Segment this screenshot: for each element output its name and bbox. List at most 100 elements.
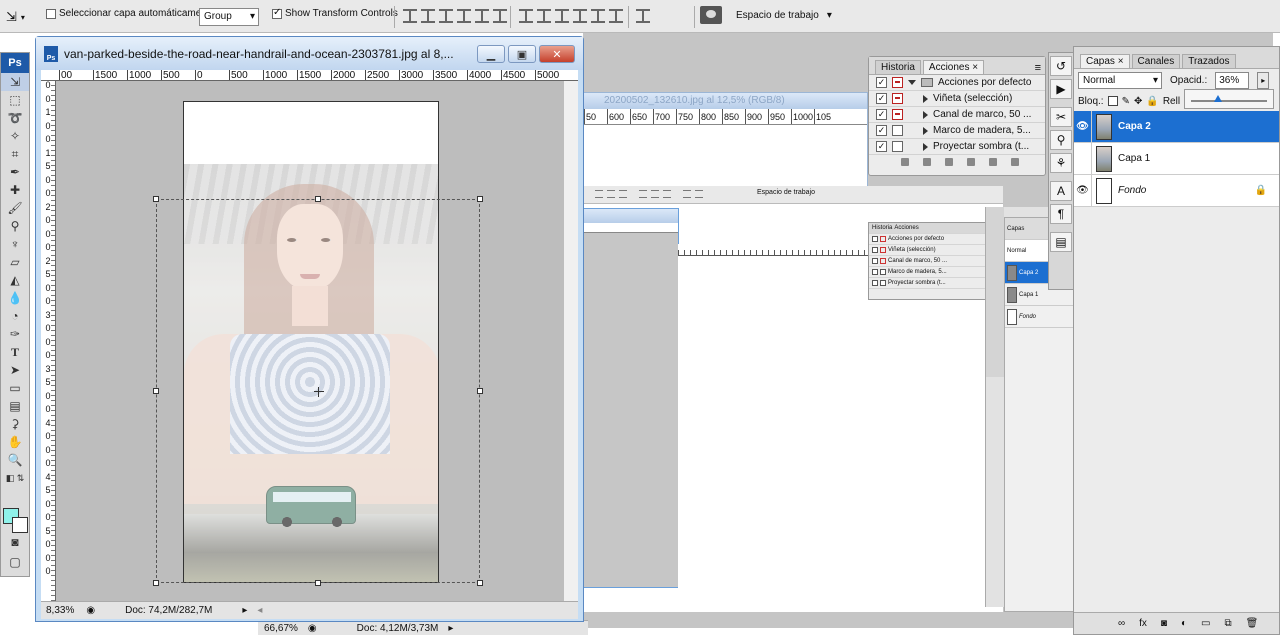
layer-row-capa-2[interactable]: 👁 Capa 2 xyxy=(1074,110,1279,143)
visibility-eye-icon[interactable]: 👁 xyxy=(1074,174,1092,207)
document-window[interactable]: Ps van-parked-beside-the-road-near-handr… xyxy=(35,36,584,622)
nested-zoom-level[interactable]: 66,67% xyxy=(264,623,298,634)
transform-handle[interactable] xyxy=(477,196,483,202)
auto-select-checkbox[interactable] xyxy=(46,8,56,19)
action-row[interactable]: ✓ Viñeta (selección) xyxy=(869,91,1045,107)
horizontal-scroll-left-icon[interactable]: ◂ xyxy=(257,605,262,616)
type-tool-icon[interactable]: T xyxy=(1,343,29,361)
distribute-vcenter-icon[interactable] xyxy=(537,9,551,23)
align-hcenter-icon[interactable] xyxy=(475,9,489,23)
play-icon[interactable] xyxy=(945,158,953,166)
layer-row-capa-1[interactable]: Capa 1 xyxy=(1074,142,1279,175)
align-left-icon[interactable] xyxy=(457,9,471,23)
distribute-hcenter-icon[interactable] xyxy=(591,9,605,23)
trash-icon[interactable]: 🗑 xyxy=(1246,618,1259,629)
align-right-icon[interactable] xyxy=(493,9,507,23)
transform-handle[interactable] xyxy=(153,580,159,586)
blur-tool-icon[interactable]: 💧 xyxy=(1,289,29,307)
tab-canales[interactable]: Canales xyxy=(1131,54,1181,68)
stop-icon[interactable] xyxy=(901,158,909,166)
brush-tool-icon[interactable]: 🖌 xyxy=(1,199,29,217)
auto-select-target-dropdown[interactable]: Group ▾ xyxy=(199,8,259,26)
transform-bounding-box[interactable] xyxy=(153,196,483,586)
tool-presets-icon[interactable]: ✂ xyxy=(1050,107,1072,127)
expand-icon[interactable] xyxy=(923,94,928,103)
background-document-window[interactable]: 20200502_132610.jpg al 12,5% (RGB/8) 50 6… xyxy=(583,92,868,189)
close-icon[interactable]: × xyxy=(1118,56,1124,67)
visibility-eye-icon[interactable]: 👁 xyxy=(1074,110,1092,143)
move-tool-preset-picker[interactable]: ⇲ ▾ xyxy=(6,9,25,25)
canvas-area[interactable] xyxy=(56,81,576,601)
marquee-tool-icon[interactable]: ⬚ xyxy=(1,91,29,109)
screen-mode-icon[interactable]: ▢ xyxy=(1,553,29,571)
show-transform-checkbox[interactable] xyxy=(272,7,282,19)
lock-all-icon[interactable]: 🔒 xyxy=(1146,96,1158,107)
close-icon[interactable]: × xyxy=(972,62,978,73)
pen-tool-icon[interactable]: ✑ xyxy=(1,325,29,343)
distribute-left-icon[interactable] xyxy=(573,9,587,23)
new-set-icon[interactable] xyxy=(967,158,975,166)
check-icon[interactable]: ✓ xyxy=(876,93,887,104)
transform-handle[interactable] xyxy=(477,580,483,586)
panel-menu-icon[interactable]: ≡ xyxy=(1035,62,1041,74)
path-selection-tool-icon[interactable]: ➤ xyxy=(1,361,29,379)
expand-icon[interactable] xyxy=(923,110,928,119)
lock-transparency-icon[interactable] xyxy=(1107,96,1118,106)
dialog-toggle-icon[interactable] xyxy=(892,77,903,88)
actions-panel-icon[interactable]: ▶ xyxy=(1050,79,1072,99)
new-action-icon[interactable] xyxy=(989,158,997,166)
action-row[interactable]: ✓ Proyectar sombra (t... xyxy=(869,139,1045,155)
healing-brush-tool-icon[interactable]: ✚ xyxy=(1,181,29,199)
show-transform-option[interactable]: Show Transform Controls xyxy=(272,7,398,19)
add-mask-icon[interactable]: ◙ xyxy=(1161,618,1167,629)
status-menu-icon[interactable]: ◉ xyxy=(86,605,95,616)
transform-handle[interactable] xyxy=(315,580,321,586)
action-row[interactable]: ✓ Marco de madera, 5... xyxy=(869,123,1045,139)
clone-stamp-tool-icon[interactable]: ⚲ xyxy=(1,217,29,235)
dialog-toggle-icon[interactable] xyxy=(892,141,903,152)
visibility-eye-icon[interactable] xyxy=(1074,142,1092,175)
transform-handle[interactable] xyxy=(153,196,159,202)
layer-style-icon[interactable]: fx xyxy=(1139,618,1147,629)
adjustment-layer-icon[interactable]: ◐ xyxy=(1181,618,1187,629)
transform-handle[interactable] xyxy=(153,388,159,394)
opacity-field[interactable]: 36% xyxy=(1215,71,1250,89)
align-vcenter-icon[interactable] xyxy=(421,9,435,23)
layer-row-fondo[interactable]: 👁 Fondo 🔒 xyxy=(1074,174,1279,207)
expand-icon[interactable] xyxy=(923,142,928,151)
distribute-top-icon[interactable] xyxy=(519,9,533,23)
zoom-level[interactable]: 8,33% xyxy=(46,605,74,616)
rectangle-tool-icon[interactable]: ▭ xyxy=(1,379,29,397)
hand-tool-icon[interactable]: ✋ xyxy=(1,433,29,451)
new-layer-icon[interactable]: ⧉ xyxy=(1224,618,1231,629)
opacity-slider-toggle[interactable]: ▸ xyxy=(1257,71,1270,89)
link-layers-icon[interactable]: ∞ xyxy=(1118,618,1125,629)
tab-historia[interactable]: Historia xyxy=(875,60,921,74)
distribute-right-icon[interactable] xyxy=(609,9,623,23)
opacity-slider-popup[interactable] xyxy=(1184,89,1274,109)
paint-bucket-tool-icon[interactable]: ◭ xyxy=(1,271,29,289)
eyedropper-tool-icon[interactable]: ✒ xyxy=(1,163,29,181)
lasso-tool-icon[interactable]: ➰ xyxy=(1,109,29,127)
distribute-bottom-icon[interactable] xyxy=(555,9,569,23)
status-arrow-icon[interactable]: ▸ xyxy=(242,605,247,616)
quick-mask-icon[interactable]: ◙ xyxy=(1,533,29,551)
transform-handle[interactable] xyxy=(477,388,483,394)
tab-acciones[interactable]: Acciones × xyxy=(922,60,985,74)
auto-align-icon[interactable] xyxy=(636,9,650,23)
magic-wand-tool-icon[interactable]: ✧ xyxy=(1,127,29,145)
move-tool-icon[interactable]: ⇲ xyxy=(1,73,29,91)
maximize-button[interactable]: ▣ xyxy=(508,45,536,63)
tab-trazados[interactable]: Trazados xyxy=(1182,54,1236,68)
background-color-swatch[interactable] xyxy=(12,517,28,533)
paragraph-panel-icon[interactable]: ¶ xyxy=(1050,204,1072,224)
auto-select-option[interactable]: Seleccionar capa automáticamente xyxy=(46,8,215,19)
check-icon[interactable]: ✓ xyxy=(876,141,887,152)
brushes-icon[interactable]: ⚲ xyxy=(1050,130,1072,150)
clone-source-icon[interactable]: ⚘ xyxy=(1050,153,1072,173)
check-icon[interactable]: ✓ xyxy=(876,77,887,88)
crop-tool-icon[interactable]: ⌗ xyxy=(1,145,29,163)
transform-handle[interactable] xyxy=(315,196,321,202)
transform-center-icon[interactable] xyxy=(314,387,324,397)
history-brush-tool-icon[interactable]: ♆ xyxy=(1,235,29,253)
